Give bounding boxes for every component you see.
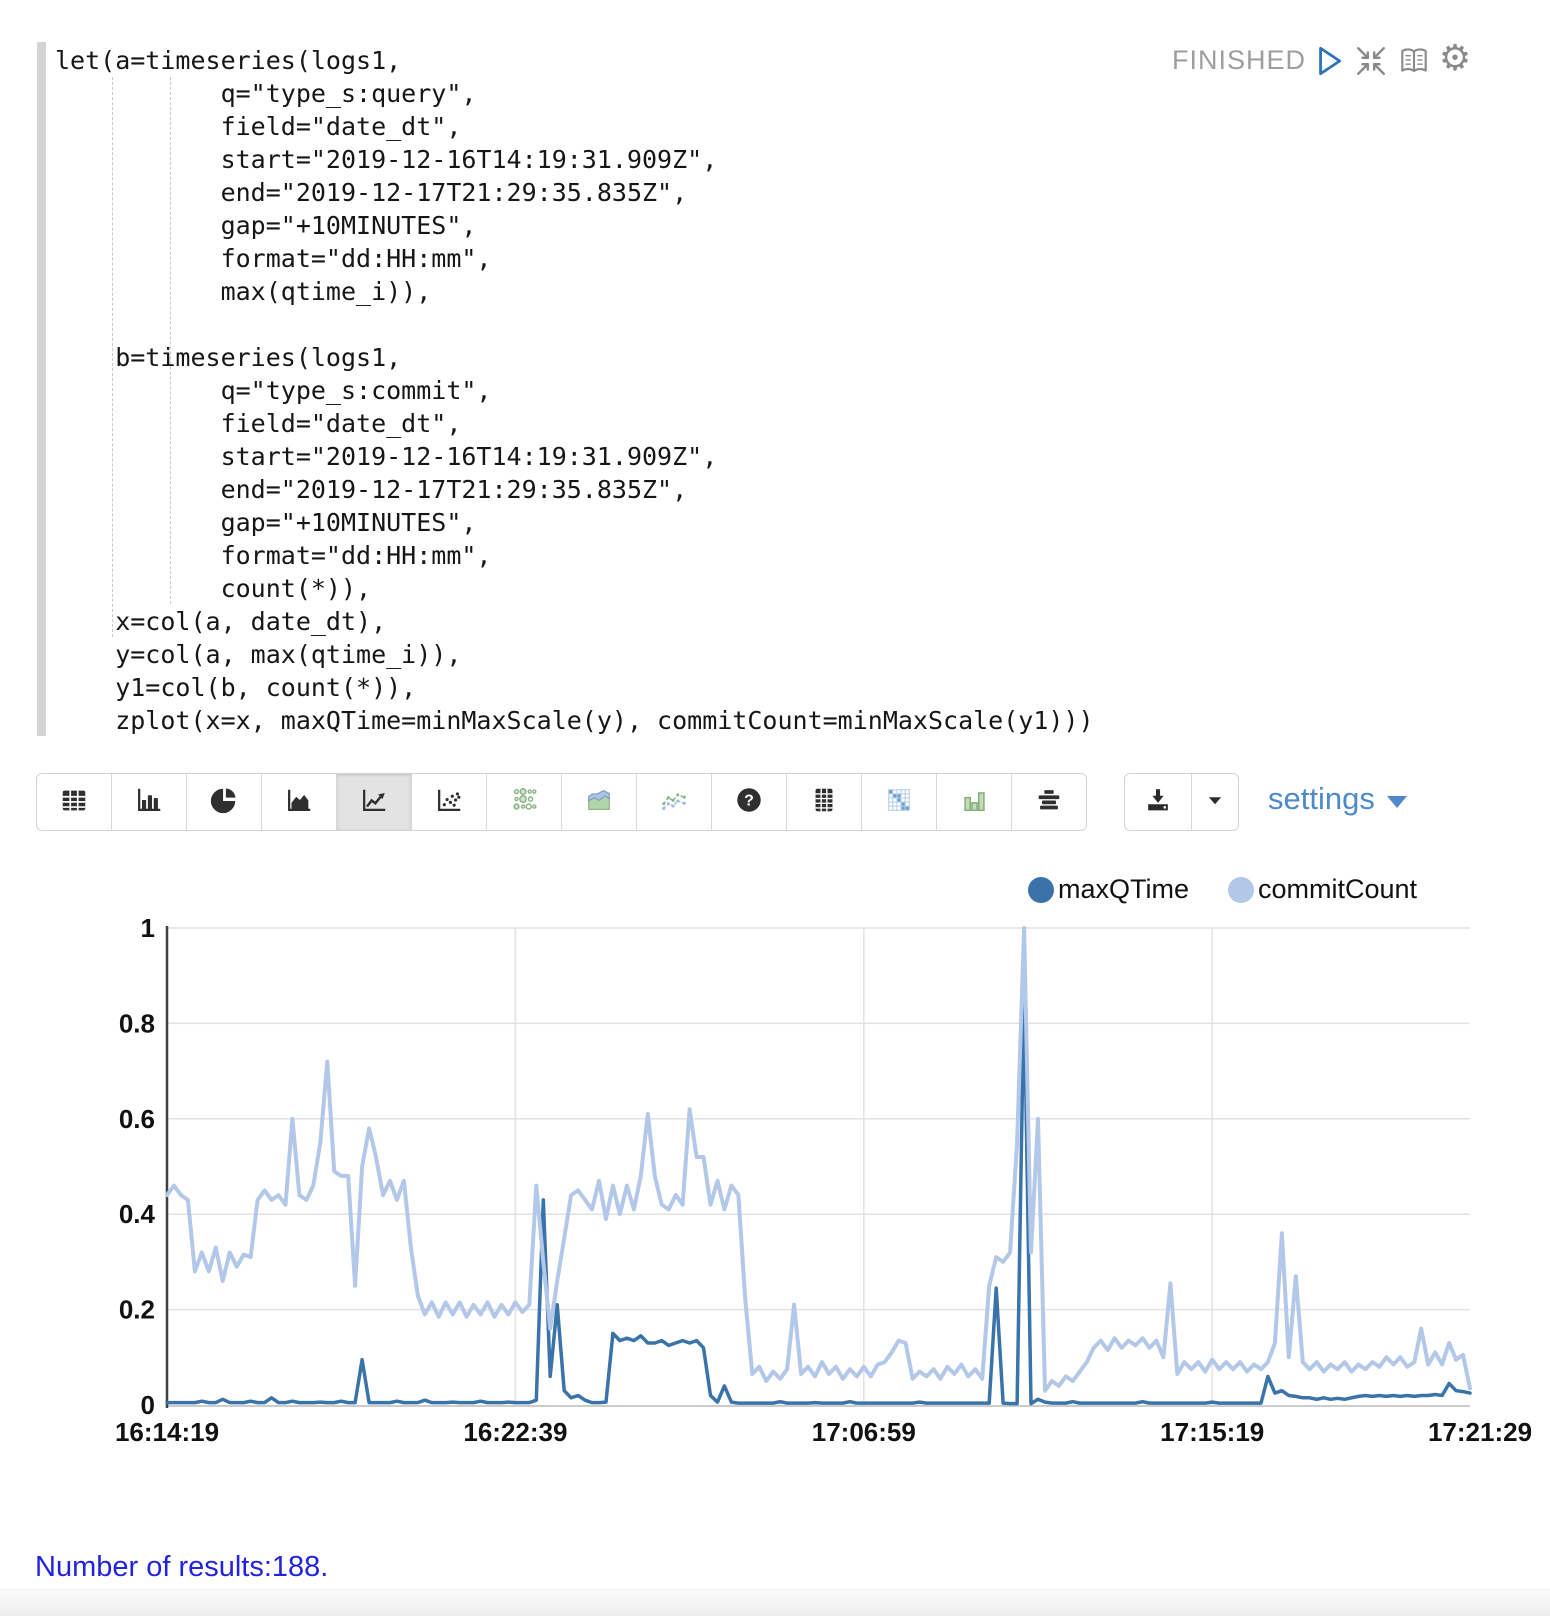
toolbar-button-bubble-matrix[interactable] <box>486 774 561 830</box>
scatter-plot-icon <box>434 785 464 820</box>
paragraph-left-bar <box>37 42 46 736</box>
download-options-button[interactable] <box>1191 774 1238 830</box>
download-button-group <box>1124 773 1239 831</box>
x-tick-label: 16:14:19 <box>115 1417 219 1447</box>
x-tick-label: 17:21:29 <box>1428 1417 1532 1447</box>
stacked-area-icon <box>584 785 614 820</box>
chart-type-toolbar: ? <box>36 773 1087 831</box>
settings-label: settings <box>1268 781 1375 817</box>
toolbar-button-pie-chart[interactable] <box>186 774 261 830</box>
bar-chart-icon <box>134 785 164 820</box>
y-tick-label: 0.2 <box>119 1295 155 1325</box>
download-icon <box>1143 785 1173 820</box>
line-chart: 0 0.2 0.4 0.6 0.8 1 16:14:19 16:22:39 17:06:59 17… <box>0 890 1550 1470</box>
y-tick-label: 0.6 <box>119 1104 155 1134</box>
y-tick-label: 1 <box>141 913 155 943</box>
toolbar-button-pivot-table[interactable] <box>786 774 861 830</box>
play-icon <box>1311 65 1345 82</box>
heatmap-icon <box>884 785 914 820</box>
toolbar-button-area-chart[interactable] <box>261 774 336 830</box>
docs-button[interactable] <box>1397 44 1431 78</box>
zeppelin-paragraph: let(a=timeseries(logs1, q="type_s:query"… <box>0 0 1550 1616</box>
toolbar-button-bar-chart[interactable] <box>111 774 186 830</box>
x-tick-label: 16:22:39 <box>463 1417 567 1447</box>
x-tick-label: 17:15:19 <box>1160 1417 1264 1447</box>
help-icon: ? <box>734 785 764 820</box>
results-count-text: Number of results:188. <box>35 1551 328 1584</box>
toolbar-button-row-bars[interactable] <box>1011 774 1086 830</box>
code-editor[interactable]: let(a=timeseries(logs1, q="type_s:query"… <box>55 44 1094 737</box>
run-button[interactable] <box>1311 44 1345 78</box>
pivot-table-icon <box>809 785 839 820</box>
svg-text:?: ? <box>744 792 754 809</box>
area-chart-icon <box>284 785 314 820</box>
next-paragraph-edge <box>0 1589 1550 1616</box>
collapse-button[interactable] <box>1354 44 1388 78</box>
collapse-icon <box>1354 65 1388 82</box>
toolbar-button-stacked-area[interactable] <box>561 774 636 830</box>
toolbar-button-table[interactable] <box>37 774 111 830</box>
x-tick-label: 17:06:59 <box>812 1417 916 1447</box>
status-badge: FINISHED <box>1172 45 1306 76</box>
y-tick-label: 0.8 <box>119 1008 155 1038</box>
toolbar-button-line-chart[interactable] <box>336 774 411 830</box>
toolbar-button-heatmap[interactable] <box>861 774 936 830</box>
column-bars-icon <box>959 785 989 820</box>
bubble-matrix-icon <box>509 785 539 820</box>
y-tick-label: 0.4 <box>119 1199 156 1229</box>
gear-icon: ⚙ <box>1439 37 1471 78</box>
table-icon <box>59 785 89 820</box>
toolbar-button-help[interactable]: ? <box>711 774 786 830</box>
toolbar-button-multi-line[interactable] <box>636 774 711 830</box>
caret-down-icon <box>1387 796 1407 808</box>
commitcount-line <box>167 928 1470 1391</box>
caret-down-icon <box>1200 785 1230 820</box>
multi-line-icon <box>659 785 689 820</box>
y-tick-label: 0 <box>141 1390 155 1420</box>
toolbar-button-column-bars[interactable] <box>936 774 1011 830</box>
settings-gear-button[interactable]: ⚙ <box>1438 38 1472 72</box>
book-icon <box>1397 65 1431 82</box>
line-chart-icon <box>359 785 389 820</box>
row-bars-icon <box>1034 785 1064 820</box>
download-button[interactable] <box>1125 774 1191 830</box>
settings-link[interactable]: settings <box>1268 781 1407 817</box>
toolbar-button-scatter-plot[interactable] <box>411 774 486 830</box>
pie-chart-icon <box>209 785 239 820</box>
